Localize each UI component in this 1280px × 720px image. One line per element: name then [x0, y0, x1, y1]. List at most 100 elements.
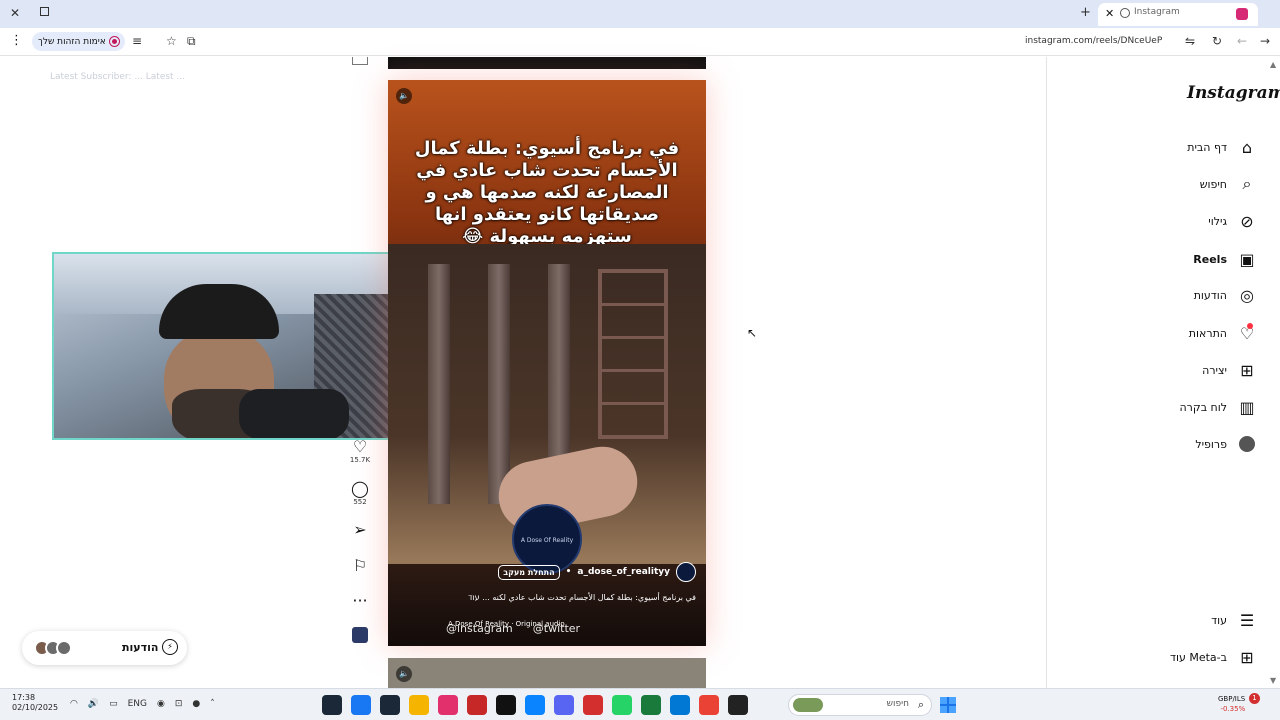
- share-button[interactable]: ➢: [344, 521, 376, 539]
- reels-icon: ▣: [1239, 249, 1255, 269]
- mic-icon[interactable]: ◉: [157, 699, 165, 709]
- sidebar-item-label: הודעות: [1193, 288, 1227, 302]
- sidebar-item-search[interactable]: חיפוש ⌕: [1107, 172, 1257, 196]
- more-icon: ···: [352, 591, 368, 610]
- system-tray: ◠ 🔊 ▭ ENG ◉ ⊡ ● ˄: [70, 699, 215, 709]
- chevron-up-icon[interactable]: ˄: [210, 699, 215, 709]
- screenshot-icon[interactable]: ⧉: [187, 34, 196, 49]
- comment-button[interactable]: ◯ 552: [344, 479, 376, 507]
- mouse-cursor-icon: ↖: [747, 326, 758, 340]
- wifi-icon[interactable]: ◠: [70, 699, 78, 709]
- clock[interactable]: 17:38 02/10/2025: [12, 693, 58, 713]
- sidebar-item-home[interactable]: דף הבית ⌂: [1107, 135, 1257, 159]
- taskbar-app-icon[interactable]: [467, 695, 487, 715]
- taskbar-app-icon[interactable]: [641, 695, 661, 715]
- meta-grid-icon: ⊞: [1240, 647, 1254, 667]
- tab-instagram[interactable]: ✕ Instagram: [1098, 3, 1258, 26]
- home-icon: ⌂: [1241, 137, 1253, 157]
- windows-start-icon[interactable]: [940, 697, 956, 713]
- star-icon[interactable]: ☆: [166, 34, 177, 48]
- window-close-icon[interactable]: ✕: [10, 6, 20, 20]
- taskbar-app-icon[interactable]: [322, 695, 342, 715]
- language-indicator[interactable]: ENG: [128, 699, 147, 709]
- sidebar-item-create[interactable]: יצירה ⊞: [1107, 358, 1257, 382]
- menu-icon[interactable]: ⋮: [10, 33, 23, 48]
- mute-icon[interactable]: 🔈: [396, 88, 412, 104]
- taskbar-app-icon[interactable]: [496, 695, 516, 715]
- hamburger-icon: ☰: [1239, 610, 1255, 630]
- tab-close-icon[interactable]: ✕: [1105, 7, 1114, 20]
- taskbar-app-icon[interactable]: [438, 695, 458, 715]
- messages-pill[interactable]: הודעות ⚡: [22, 631, 187, 665]
- more-options-button[interactable]: ···: [344, 592, 376, 610]
- forward-icon[interactable]: ←: [1237, 34, 1247, 48]
- reel-description[interactable]: في برنامج أسيوي: بطلة كمال الأجسام تحدت …: [426, 593, 696, 602]
- audio-thumb-icon: [352, 627, 368, 643]
- compass-icon: ⊘: [1240, 211, 1254, 231]
- reel-username[interactable]: a_dose_of_realityy: [577, 567, 670, 577]
- stock-ticker[interactable]: GBP/ILS -0.35%: [1218, 694, 1245, 714]
- reel-user-row: a_dose_of_realityy • התחלת מעקב: [498, 562, 696, 582]
- clock-date: 02/10/2025: [12, 703, 59, 712]
- stream-overlay-label: Latest Subscriber: ... Latest ...: [50, 72, 186, 82]
- windows-taskbar: 17:38 02/10/2025 ◠ 🔊 ▭ ENG ◉ ⊡ ● ˄ חיפוש…: [0, 688, 1280, 720]
- follow-button[interactable]: התחלת מעקב: [498, 564, 560, 580]
- sidebar-item-meta[interactable]: עוד Meta-ב ⊞: [1107, 645, 1257, 669]
- mute-icon[interactable]: 🔈: [396, 666, 412, 682]
- tune-icon[interactable]: ⇋: [1185, 34, 1195, 48]
- sidebar-item-messages[interactable]: הודעות ◎: [1107, 283, 1257, 307]
- address-bar[interactable]: instagram.com/reels/DNceUeP: [1025, 36, 1162, 46]
- playlist-icon[interactable]: ≡: [132, 34, 142, 48]
- taskbar-app-icon[interactable]: [612, 695, 632, 715]
- taskbar-app-icon[interactable]: [554, 695, 574, 715]
- save-button[interactable]: ⚐: [344, 557, 376, 575]
- taskbar-app-icon[interactable]: [583, 695, 603, 715]
- taskbar-app-icon[interactable]: [380, 695, 400, 715]
- tray-app-icon[interactable]: ⊡: [175, 699, 183, 709]
- bookmark-icon: ⚐: [352, 556, 368, 575]
- identity-chip[interactable]: אימות הזהות שלך: [32, 32, 125, 51]
- ticker-pair: GBP/ILS: [1218, 695, 1246, 703]
- previous-reel[interactable]: [388, 57, 706, 69]
- taskbar-app-icon[interactable]: [351, 695, 371, 715]
- audio-button[interactable]: [344, 627, 376, 646]
- like-button[interactable]: ♡ 15.7K: [344, 437, 376, 465]
- taskbar-app-icon[interactable]: [699, 695, 719, 715]
- like-count: 15.7K: [349, 456, 371, 464]
- reel-video[interactable]: 🔈 في برنامج أسيوي: بطلة كمال الأجسام تحد…: [388, 80, 706, 646]
- twitter-handle: @twitter: [532, 621, 581, 635]
- taskbar-app-icon[interactable]: [670, 695, 690, 715]
- window-maximize-icon[interactable]: [40, 7, 49, 16]
- instagram-sidebar: Instagram דף הבית ⌂ חיפוש ⌕ גילוי ⊘ Reels ▣ הודע…: [1046, 57, 1280, 688]
- options-top[interactable]: [352, 57, 368, 65]
- sidebar-item-reels[interactable]: Reels ▣: [1107, 247, 1257, 271]
- scroll-down-arrow-icon[interactable]: ▼: [1270, 676, 1276, 685]
- sidebar-item-label: עוד Meta-ב: [1169, 650, 1227, 664]
- send-icon: ➢: [353, 520, 367, 539]
- comment-count: 552: [353, 498, 367, 506]
- sidebar-item-label: לוח בקרה: [1179, 400, 1228, 414]
- sidebar-item-more[interactable]: עוד ☰: [1107, 608, 1257, 632]
- sidebar-item-notifications[interactable]: התראות ♡: [1107, 321, 1257, 345]
- heart-icon: ♡: [352, 437, 368, 456]
- taskbar-search[interactable]: חיפוש ⌕: [788, 694, 932, 716]
- back-icon[interactable]: →: [1260, 34, 1270, 48]
- scroll-up-arrow-icon[interactable]: ▲: [1270, 60, 1276, 69]
- record-icon[interactable]: ●: [192, 699, 200, 709]
- reload-icon[interactable]: ↻: [1212, 34, 1222, 48]
- messenger-icon: ◎: [1240, 285, 1254, 305]
- taskbar-app-icon[interactable]: [525, 695, 545, 715]
- sidebar-item-explore[interactable]: גילוי ⊘: [1107, 209, 1257, 233]
- display-icon[interactable]: ▭: [109, 699, 118, 709]
- instagram-logo[interactable]: Instagram: [1187, 83, 1280, 103]
- new-tab-button[interactable]: +: [1080, 5, 1091, 20]
- comment-icon: ◯: [351, 479, 369, 498]
- sidebar-item-profile[interactable]: פרופיל: [1107, 432, 1257, 456]
- taskbar-app-icon[interactable]: [409, 695, 429, 715]
- globe-icon: [1120, 8, 1130, 18]
- sidebar-item-dashboard[interactable]: לוח בקרה ▥: [1107, 395, 1257, 419]
- volume-icon[interactable]: 🔊: [88, 699, 99, 709]
- avatar[interactable]: [676, 562, 696, 582]
- taskbar-app-icon[interactable]: [728, 695, 748, 715]
- instagram-handle: @instagram: [446, 621, 513, 635]
